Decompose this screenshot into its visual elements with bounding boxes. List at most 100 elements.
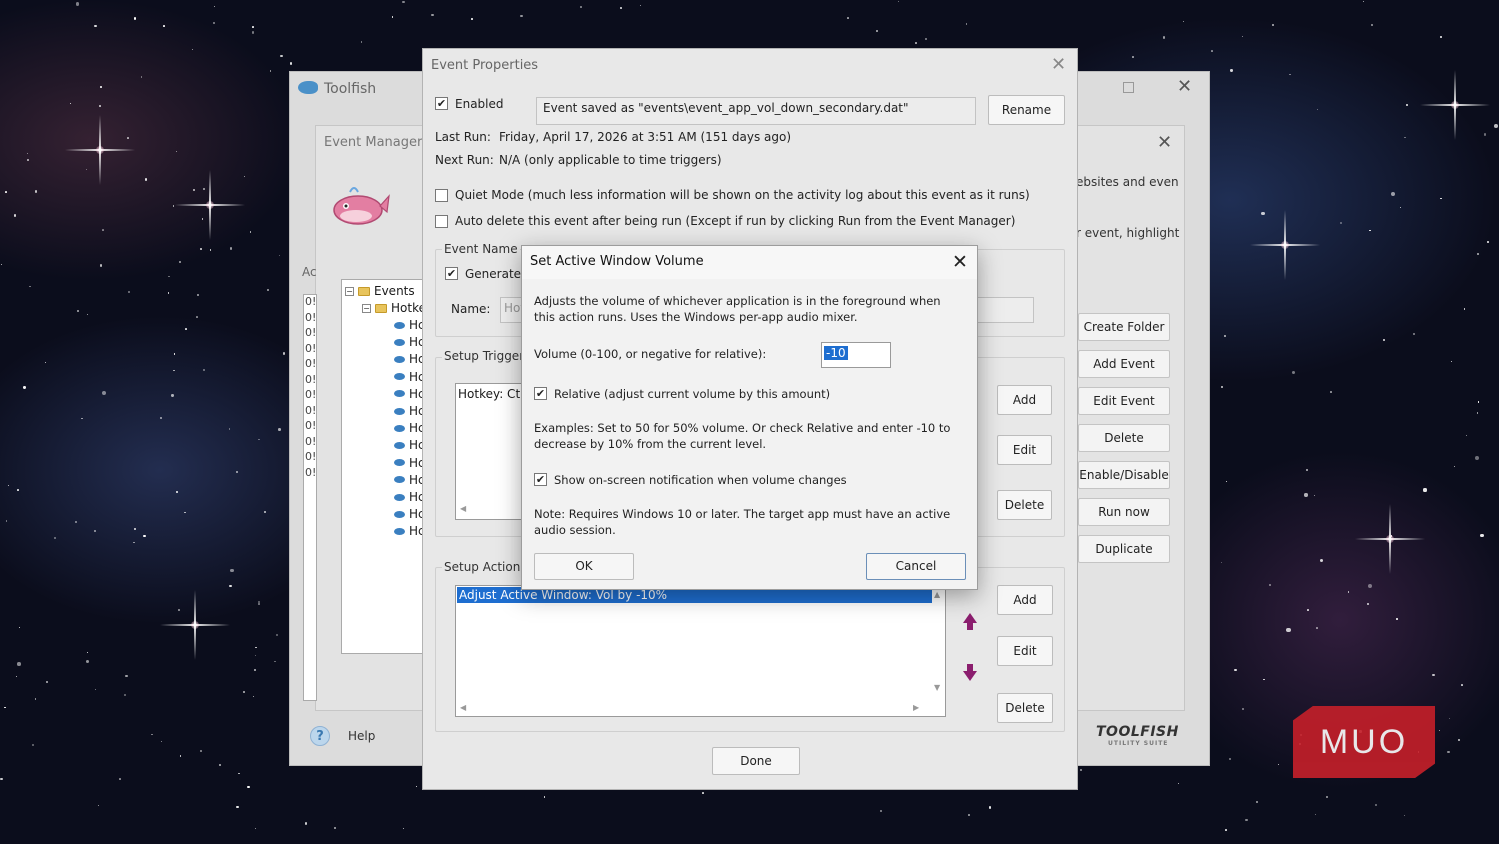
tree-folder-hotkeys[interactable]: − Hotke xyxy=(362,301,426,315)
quiet-mode-label[interactable]: Quiet Mode (much less information will b… xyxy=(455,188,1030,202)
rename-button[interactable]: Rename xyxy=(988,95,1065,125)
volume-dialog-title: Set Active Window Volume xyxy=(530,254,704,269)
volume-note: Note: Requires Windows 10 or later. The … xyxy=(534,507,951,537)
auto-delete-checkbox[interactable] xyxy=(435,215,448,228)
enabled-checkbox[interactable]: ✔ xyxy=(435,97,448,110)
volume-examples: Examples: Set to 50 for 50% volume. Or c… xyxy=(534,421,951,451)
close-icon[interactable]: ✕ xyxy=(1177,78,1192,96)
action-delete-button[interactable]: Delete xyxy=(997,693,1053,723)
quiet-mode-checkbox[interactable] xyxy=(435,189,448,202)
cancel-button[interactable]: Cancel xyxy=(866,553,966,580)
tree-event-item[interactable]: Hc xyxy=(394,507,425,521)
setup-trigger-group-label: Setup Trigger xyxy=(442,349,527,363)
event-code-cell: 0! xyxy=(305,326,317,339)
create-folder-button[interactable]: Create Folder xyxy=(1078,313,1170,341)
tree-event-item[interactable]: Hc xyxy=(394,524,425,538)
tree-event-item[interactable]: Hc xyxy=(394,335,425,349)
tree-event-item[interactable]: Hc xyxy=(394,387,425,401)
event-code-column: 0! 0! 0! 0! 0! 0! 0! 0! 0! 0! 0! 0! xyxy=(303,294,317,701)
event-fish-icon xyxy=(394,527,405,535)
tree-event-item[interactable]: Hc xyxy=(394,318,425,332)
collapse-icon[interactable]: − xyxy=(345,286,354,296)
tree-event-item[interactable]: Hc xyxy=(394,421,425,435)
event-name-group-label: Event Name xyxy=(442,242,520,256)
whale-mascot-icon xyxy=(333,187,390,225)
event-code-cell: 0! xyxy=(305,341,317,355)
help-label[interactable]: Help xyxy=(348,729,375,743)
setup-action-group-label: Setup Action ( xyxy=(442,560,531,574)
help-icon[interactable]: ? xyxy=(310,726,330,746)
muo-watermark-logo: MUO xyxy=(1293,706,1435,778)
done-button[interactable]: Done xyxy=(712,747,800,775)
event-fish-icon xyxy=(394,407,405,415)
enable-disable-button[interactable]: Enable/Disable xyxy=(1078,461,1170,489)
notify-label[interactable]: Show on-screen notification when volume … xyxy=(554,472,954,488)
star-flare xyxy=(175,170,245,240)
add-event-button[interactable]: Add Event xyxy=(1078,350,1170,378)
last-run-value: Friday, April 17, 2026 at 3:51 AM (151 d… xyxy=(499,130,792,144)
volume-dialog: Set Active Window Volume ✕ Adjusts the v… xyxy=(521,245,978,590)
scroll-left-icon[interactable]: ◀ xyxy=(460,703,466,712)
star-flare xyxy=(65,115,135,185)
event-code-cell: 0! xyxy=(305,403,317,417)
action-list[interactable]: Adjust Active Window: Vol by -10% ◀ ▶ ▲ … xyxy=(455,585,946,717)
volume-label: Volume (0-100, or negative for relative)… xyxy=(534,347,767,361)
trigger-delete-button[interactable]: Delete xyxy=(997,490,1052,520)
action-add-button[interactable]: Add xyxy=(997,585,1053,615)
scroll-down-icon[interactable]: ▼ xyxy=(934,683,940,692)
tree-event-item[interactable]: Hc xyxy=(394,456,425,470)
tree-event-item[interactable]: Hc xyxy=(394,473,425,487)
maximize-icon[interactable] xyxy=(1123,82,1134,93)
event-fish-icon xyxy=(394,355,405,363)
duplicate-button[interactable]: Duplicate xyxy=(1078,535,1170,563)
instructions-text-fragment: ebsites and even xyxy=(1076,175,1179,189)
event-code-cell: 0! xyxy=(305,310,317,324)
relative-checkbox[interactable]: ✔ xyxy=(534,387,547,400)
tree-event-item[interactable]: Hc xyxy=(394,352,425,366)
trigger-edit-button[interactable]: Edit xyxy=(997,435,1052,465)
event-tree[interactable]: − Events − Hotke Hc Hc Hc Hc Hc Hc Hc Hc Hc Hc Hc H… xyxy=(341,279,431,654)
toolfish-title: Toolfish xyxy=(324,81,377,97)
scroll-up-icon[interactable]: ▲ xyxy=(934,590,940,599)
folder-icon xyxy=(358,286,370,296)
ok-button[interactable]: OK xyxy=(534,553,634,580)
trigger-add-button[interactable]: Add xyxy=(997,385,1052,415)
action-edit-button[interactable]: Edit xyxy=(997,636,1053,666)
event-code-cell: 0! xyxy=(305,419,317,432)
generate-name-label: Generate xyxy=(465,267,522,281)
generate-name-checkbox[interactable]: ✔ xyxy=(445,267,458,280)
tree-root-events[interactable]: − Events xyxy=(345,284,415,298)
folder-icon xyxy=(375,303,387,313)
close-icon[interactable]: ✕ xyxy=(952,253,968,272)
tree-event-item[interactable]: Hc xyxy=(394,490,425,504)
tree-event-item[interactable]: Hc xyxy=(394,404,425,418)
scroll-left-icon[interactable]: ◀ xyxy=(460,504,466,513)
help-area[interactable]: ? Help xyxy=(310,726,375,746)
edit-event-button[interactable]: Edit Event xyxy=(1078,387,1170,415)
collapse-icon[interactable]: − xyxy=(362,303,371,313)
tree-event-item[interactable]: Hc xyxy=(394,370,425,384)
event-fish-icon xyxy=(394,321,405,329)
delete-event-button[interactable]: Delete xyxy=(1078,424,1170,452)
close-icon[interactable]: ✕ xyxy=(1051,56,1066,74)
event-code-cell: 0! xyxy=(305,388,317,401)
run-now-button[interactable]: Run now xyxy=(1078,498,1170,526)
notify-checkbox[interactable]: ✔ xyxy=(534,473,547,486)
volume-input[interactable]: -10 xyxy=(821,342,891,368)
event-properties-title: Event Properties xyxy=(431,58,539,73)
name-label: Name: xyxy=(451,302,491,316)
enabled-label: Enabled xyxy=(455,97,504,111)
event-code-cell: 0! xyxy=(305,357,317,370)
event-code-cell: 0! xyxy=(305,465,317,479)
event-fish-icon xyxy=(394,373,405,381)
event-code-cell: 0! xyxy=(305,372,317,386)
star-flare xyxy=(1250,210,1320,280)
close-icon[interactable]: ✕ xyxy=(1157,134,1172,152)
saved-as-field: Event saved as "events\event_app_vol_dow… xyxy=(536,97,976,125)
event-fish-icon xyxy=(394,424,405,432)
relative-label[interactable]: Relative (adjust current volume by this … xyxy=(554,386,954,402)
tree-event-item[interactable]: Hc xyxy=(394,438,425,452)
auto-delete-label[interactable]: Auto delete this event after being run (… xyxy=(455,214,1015,228)
event-code-cell: 0! xyxy=(305,450,317,463)
scroll-right-icon[interactable]: ▶ xyxy=(913,703,919,712)
